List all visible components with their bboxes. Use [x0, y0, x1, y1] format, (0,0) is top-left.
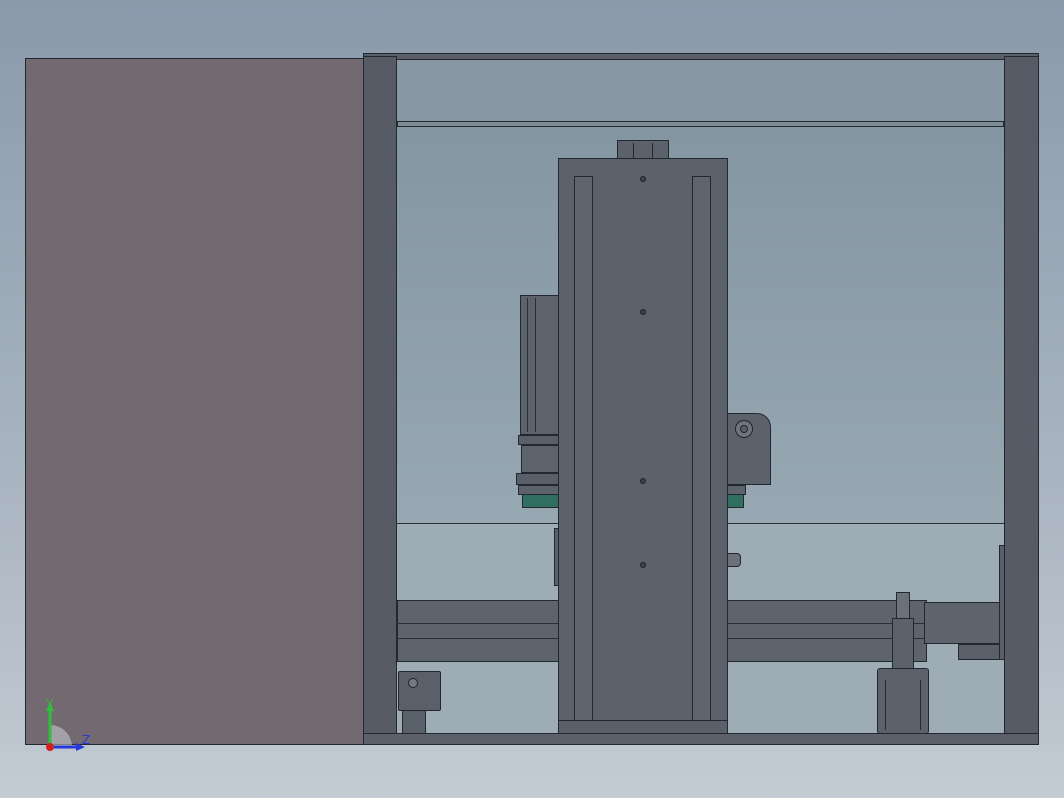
column-left-rail	[574, 176, 593, 722]
mount-hole	[640, 562, 646, 568]
servo-motor-detail	[535, 298, 536, 432]
cad-graphics-viewport[interactable]: Y Z	[0, 0, 1064, 798]
motor-flange	[518, 435, 562, 445]
right-wall-bracket	[999, 545, 1005, 660]
motor-detail-line	[920, 680, 921, 730]
mount-hole	[640, 478, 646, 484]
bracket-pin-inner	[740, 425, 748, 433]
mount-hole	[640, 176, 646, 182]
servo-motor-detail	[527, 298, 528, 432]
upper-inner-panel	[397, 60, 1004, 122]
motor-detail-line	[885, 680, 886, 730]
cylinder-body	[892, 618, 914, 670]
sensor-pin	[726, 553, 741, 567]
triad-z-label: Z	[82, 733, 91, 747]
foot-post-left	[402, 710, 426, 734]
cylinder-rod	[896, 592, 910, 620]
foot-block-left	[398, 671, 441, 711]
column-right-rail	[692, 176, 711, 722]
motor-coupling	[521, 445, 559, 473]
frame-top-rail	[363, 53, 1039, 60]
rail-extension	[924, 602, 1000, 644]
rail-end-bracket	[958, 644, 1000, 660]
frame-right-post	[1004, 56, 1039, 738]
frame-bottom-rail	[363, 733, 1039, 745]
bolt-icon	[408, 678, 418, 688]
triad-y-label: Y	[46, 697, 54, 711]
motor-mount-plate	[516, 473, 562, 485]
frame-left-post	[363, 56, 397, 738]
mount-hole	[640, 309, 646, 315]
side-panel	[25, 58, 364, 745]
servo-motor	[520, 295, 560, 435]
column-base	[558, 720, 728, 734]
